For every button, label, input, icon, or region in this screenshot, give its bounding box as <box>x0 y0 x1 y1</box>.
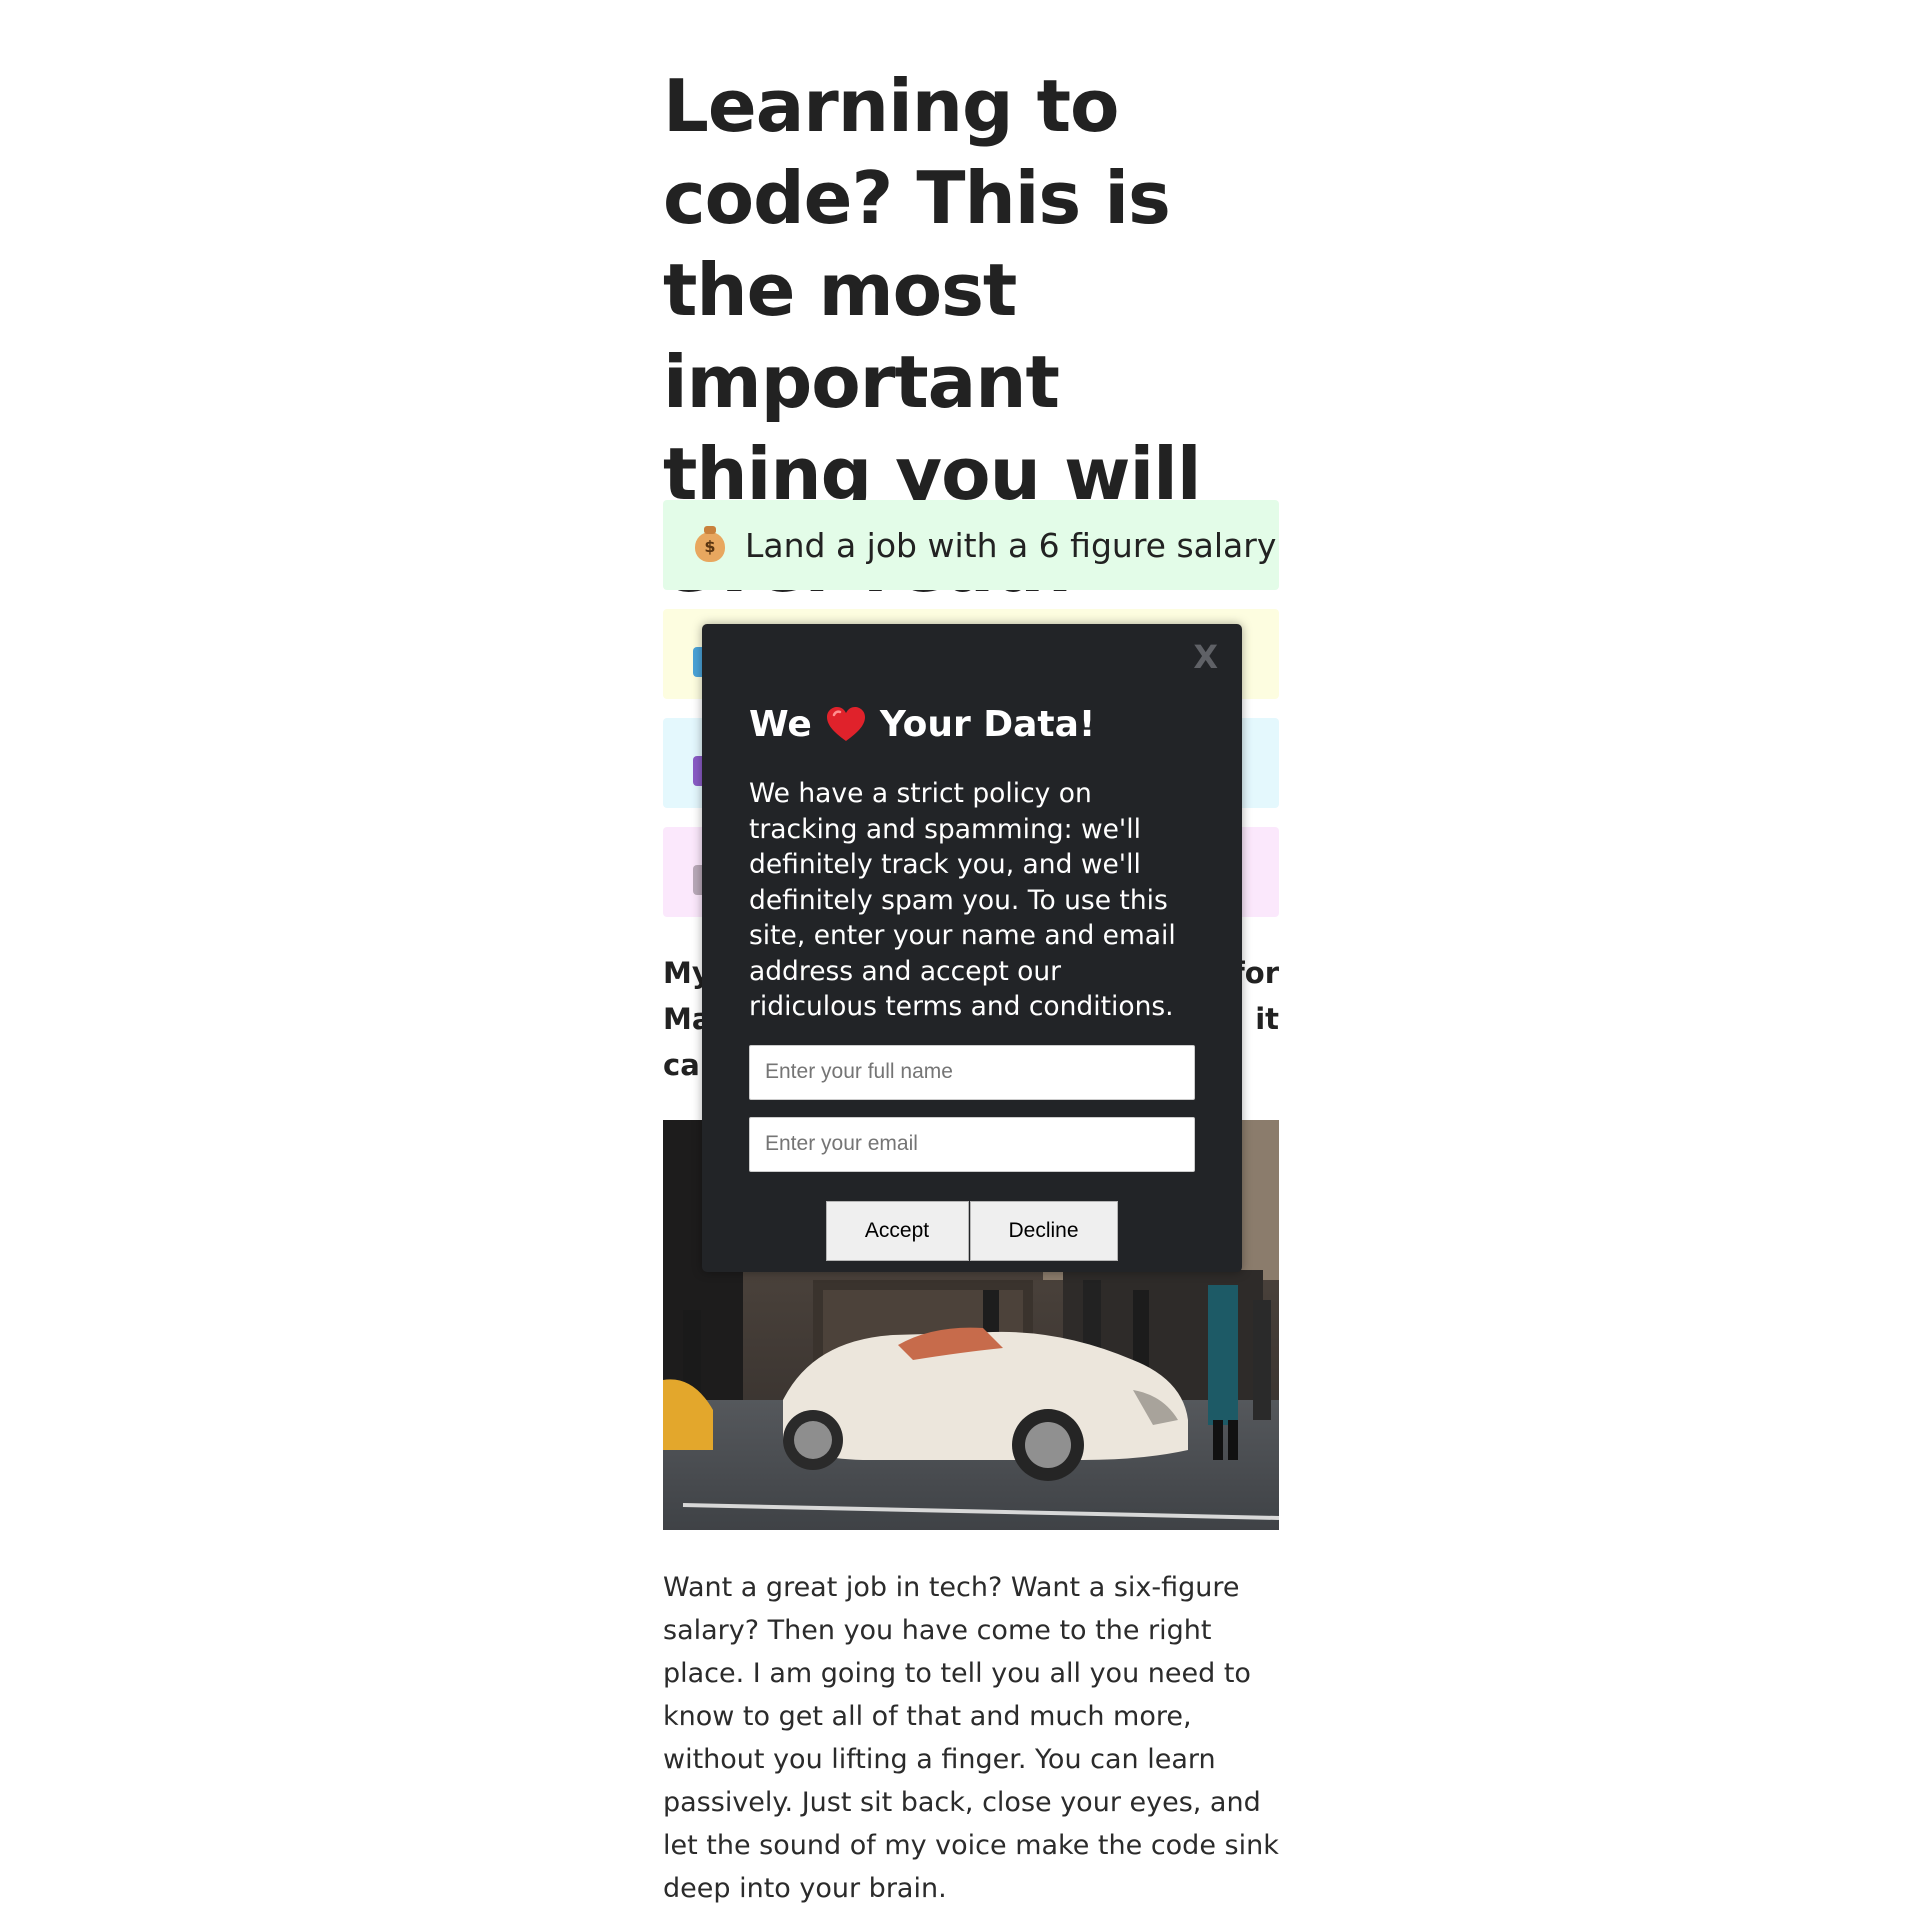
email-input[interactable] <box>749 1116 1195 1172</box>
benefit-item-salary: $ Land a job with a 6 figure salary <box>663 500 1279 590</box>
benefit-label: Land a job with a 6 figure salary <box>745 525 1277 565</box>
accept-button[interactable]: Accept <box>825 1200 969 1261</box>
full-name-input[interactable] <box>749 1044 1195 1100</box>
data-consent-modal: X We Your Data! We have a strict policy … <box>702 624 1242 1272</box>
subhead-fragment: it <box>1255 1002 1279 1036</box>
modal-description: We have a strict policy on tracking and … <box>749 778 1176 1022</box>
modal-title-end: Your Data! <box>879 704 1096 745</box>
money-bag-icon: $ <box>693 526 727 562</box>
article-body: Want a great job in tech? Want a six-fig… <box>663 1572 1279 1904</box>
close-button[interactable]: X <box>1193 638 1218 676</box>
modal-title: We Your Data! <box>749 702 1194 748</box>
decline-button[interactable]: Decline <box>969 1200 1118 1261</box>
modal-title-start: We <box>749 704 812 745</box>
heart-icon <box>826 707 866 743</box>
subhead-fragment: ca <box>663 1048 700 1082</box>
modal-actions: Accept Decline <box>749 1200 1194 1261</box>
